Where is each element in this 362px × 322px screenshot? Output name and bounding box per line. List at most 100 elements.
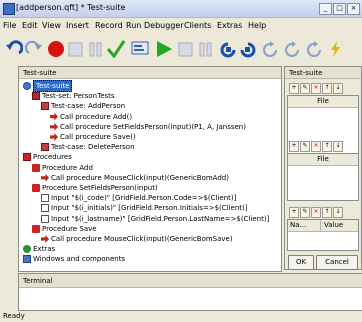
tree-node-label: Input "$(i_lastname)" [GridField.Person.… [51, 214, 270, 223]
delete-icon[interactable]: × [311, 207, 321, 218]
menu-run[interactable]: Run [126, 21, 141, 30]
tree-node-label: Test-set: PersonTests [42, 92, 115, 101]
app-icon [3, 3, 15, 15]
redo-icon[interactable] [24, 38, 44, 60]
call-procedure-icon [50, 122, 58, 131]
tree-node[interactable]: Call procedure MouseClick(input)(Generic… [41, 234, 233, 244]
menu-file[interactable]: File [3, 21, 16, 30]
continue-icon[interactable] [282, 38, 302, 60]
tree-node[interactable]: Call procedure MouseClick(input)(Generic… [41, 173, 229, 183]
debug-icon[interactable] [304, 38, 324, 60]
move-down-icon[interactable]: ↓ [333, 207, 343, 218]
move-up-icon[interactable]: ↑ [322, 83, 332, 94]
tree-node-label: Procedure SetFieldsPerson(input) [42, 184, 158, 192]
add-icon[interactable]: + [289, 207, 299, 218]
tree-node-label: Procedures [33, 153, 72, 162]
tree-node-label: Call procedure SetFieldsPerson(input)(P1… [60, 122, 246, 131]
menu-record[interactable]: Record [95, 21, 123, 30]
tree-node-label: Test-suite [33, 80, 73, 92]
lightning-icon[interactable] [328, 38, 342, 60]
menu-view[interactable]: View [42, 21, 61, 30]
delete-icon[interactable]: × [311, 83, 321, 94]
main-toolbar [0, 35, 362, 63]
tree-pane-title: Test-suite [19, 67, 281, 79]
test-suite-tree[interactable]: Test-suite Test-suite Test-set: PersonTes… [18, 66, 282, 272]
maximize-button[interactable]: □ [333, 3, 346, 15]
record-icon[interactable] [46, 38, 66, 60]
tree-node-label: Test-case: DeletePerson [51, 143, 135, 152]
ok-button[interactable]: OK [288, 255, 314, 270]
menu-edit[interactable]: Edit [22, 21, 38, 30]
move-down-icon[interactable]: ↓ [333, 141, 343, 152]
tree-node[interactable]: Test-case: AddPerson [41, 101, 125, 111]
close-button[interactable]: × [347, 3, 360, 15]
edit-icon[interactable]: ✎ [300, 141, 310, 152]
tree-node[interactable]: Test-case: DeletePerson [41, 142, 135, 152]
menu-insert[interactable]: Insert [66, 21, 89, 30]
step-into-icon[interactable] [218, 38, 238, 60]
terminal-pane[interactable]: Terminal [18, 273, 362, 311]
step-over-icon[interactable] [238, 38, 258, 60]
test-suite-icon [23, 82, 31, 90]
undo-icon[interactable] [4, 38, 24, 60]
tree-node-label: Call procedure Save() [60, 133, 136, 141]
move-up-icon[interactable]: ↑ [322, 207, 332, 218]
pause-record-icon[interactable] [86, 38, 106, 60]
file-list-2[interactable]: File [287, 153, 359, 201]
tree-node-label: Procedure Add [42, 163, 93, 172]
tree-node[interactable]: Call procedure Save() [50, 132, 136, 142]
menu-clients[interactable]: Clients [184, 21, 211, 30]
cancel-button[interactable]: Cancel [316, 255, 358, 270]
variables-table-header: Na... Value [288, 220, 358, 232]
procedure-icon [32, 224, 40, 233]
stop-record-icon[interactable] [66, 38, 86, 60]
tree-node[interactable]: Test-set: PersonTests [32, 91, 115, 101]
tree-node[interactable]: Windows and components [23, 254, 125, 264]
tree-node[interactable]: Procedure Add [32, 163, 93, 173]
delete-icon[interactable]: × [311, 141, 321, 152]
list1-toolbar: + ✎ × ↑ ↓ [289, 83, 344, 95]
tree-node[interactable]: Procedure SetFieldsPerson(input) [32, 183, 158, 193]
tree-node-label: Input "$(i_initials)" [GridField.Person.… [51, 204, 248, 213]
capture-icon[interactable] [130, 38, 150, 60]
tree-node[interactable]: Input "$(i_initials)" [GridField.Person.… [41, 203, 247, 213]
move-up-icon[interactable]: ↑ [322, 141, 332, 152]
stop-icon[interactable] [176, 38, 196, 60]
play-icon[interactable] [154, 38, 174, 60]
step-out-icon[interactable] [260, 38, 280, 60]
pause-icon[interactable] [196, 38, 216, 60]
add-icon[interactable]: + [289, 83, 299, 94]
menu-extras[interactable]: Extras [217, 21, 242, 30]
tree-node-label: Procedure Save [42, 224, 97, 233]
tree-node[interactable]: Call procedure SetFieldsPerson(input)(P1… [50, 122, 246, 132]
menu-debugger[interactable]: Debugger [144, 21, 184, 30]
status-bar: Ready [3, 312, 25, 320]
input-icon [41, 204, 49, 213]
left-dock [0, 64, 16, 310]
file-list-1-header: File [288, 96, 358, 108]
tree-node[interactable]: Call procedure Add() [50, 112, 132, 122]
tree-node[interactable]: Procedure Save [32, 224, 97, 234]
menu-help[interactable]: Help [248, 21, 266, 30]
test-set-icon [32, 92, 40, 101]
tree-node[interactable]: Extras [23, 244, 55, 254]
tree-node[interactable]: Procedures [23, 152, 72, 162]
add-icon[interactable]: + [289, 141, 299, 152]
tree-node[interactable]: Input "$(i_lastname)" [GridField.Person.… [41, 214, 269, 224]
edit-icon[interactable]: ✎ [300, 207, 310, 218]
terminal-title: Terminal [19, 274, 362, 288]
tree-node[interactable]: Test-suite [23, 80, 73, 92]
column-value[interactable]: Value [321, 220, 343, 231]
variables-table[interactable]: Na... Value [287, 219, 359, 251]
procedures-icon [23, 153, 31, 162]
windows-components-icon [23, 255, 31, 264]
checkmark-icon[interactable] [106, 38, 126, 60]
edit-icon[interactable]: ✎ [300, 83, 310, 94]
tree-node-label: Extras [33, 245, 56, 254]
minimize-button[interactable]: _ [319, 3, 332, 15]
column-name[interactable]: Na... [288, 220, 321, 231]
tree-node[interactable]: Input "$(i_code)" [GridField.Person.Code… [41, 193, 236, 203]
procedure-icon [32, 184, 40, 192]
move-down-icon[interactable]: ↓ [333, 83, 343, 94]
table-toolbar: + ✎ × ↑ ↓ [289, 207, 344, 219]
